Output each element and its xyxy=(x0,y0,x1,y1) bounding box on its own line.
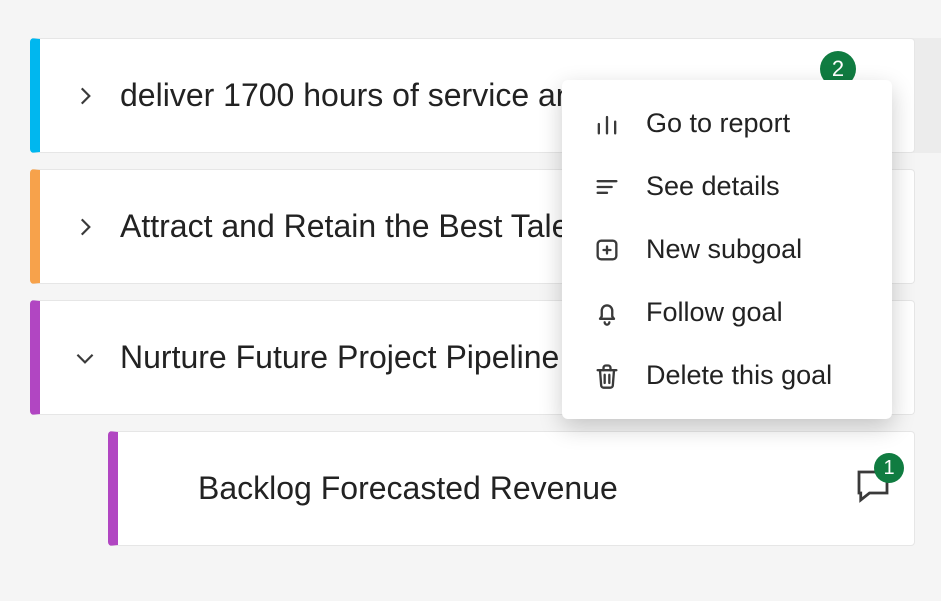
goal-row[interactable]: Backlog Forecasted Revenue 1 xyxy=(108,431,915,546)
menu-label: See details xyxy=(646,171,780,202)
menu-see-details[interactable]: See details xyxy=(562,155,892,218)
menu-go-to-report[interactable]: Go to report xyxy=(562,92,892,155)
chevron-down-icon xyxy=(72,345,98,371)
chevron-right-icon xyxy=(72,83,98,109)
bar-chart-icon xyxy=(592,109,622,139)
list-icon xyxy=(592,172,622,202)
expand-toggle[interactable] xyxy=(50,345,120,371)
expand-toggle[interactable] xyxy=(50,83,120,109)
goal-context-menu: Go to report See details New subgoal xyxy=(562,80,892,419)
goal-title: Backlog Forecasted Revenue xyxy=(198,467,852,510)
menu-label: Delete this goal xyxy=(646,360,832,391)
plus-square-icon xyxy=(592,235,622,265)
trash-icon xyxy=(592,361,622,391)
menu-label: Follow goal xyxy=(646,297,783,328)
chevron-right-icon xyxy=(72,214,98,240)
comments-button[interactable]: 1 xyxy=(852,465,894,512)
menu-follow-goal[interactable]: Follow goal xyxy=(562,281,892,344)
menu-label: Go to report xyxy=(646,108,790,139)
bell-icon xyxy=(592,298,622,328)
expand-toggle[interactable] xyxy=(50,214,120,240)
menu-delete-goal[interactable]: Delete this goal xyxy=(562,344,892,407)
menu-label: New subgoal xyxy=(646,234,802,265)
menu-new-subgoal[interactable]: New subgoal xyxy=(562,218,892,281)
comment-count-badge: 1 xyxy=(874,453,904,483)
